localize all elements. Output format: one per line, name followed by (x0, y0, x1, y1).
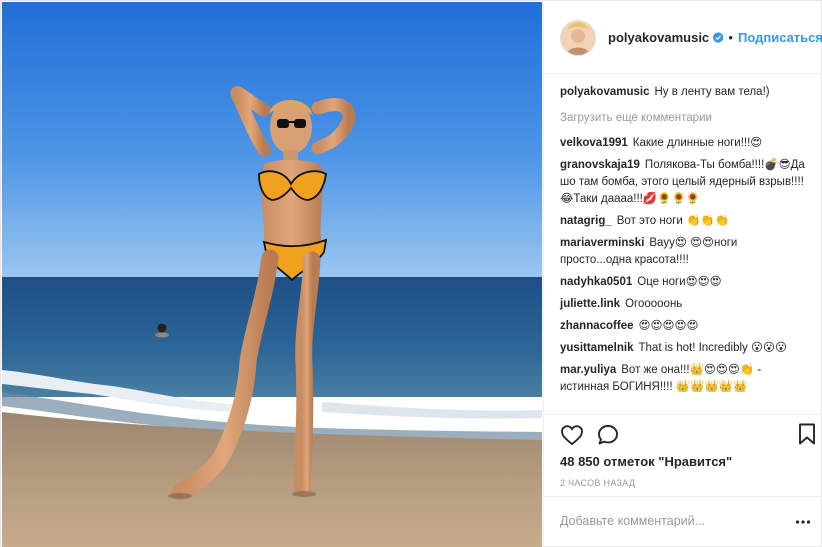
comment-item: velkova1991 Какие длинные ноги!!!😍 (560, 135, 809, 152)
comment-item: juliette.link Огооооонь (560, 296, 809, 313)
likes-count[interactable]: 48 850 отметок "Нравится" (560, 454, 732, 469)
comment-author[interactable]: mariaverminski (560, 237, 644, 249)
header-separator: • (728, 30, 733, 45)
comment-author[interactable]: granovskaja19 (560, 159, 640, 171)
caption-author[interactable]: polyakovamusic (560, 86, 649, 98)
speech-bubble-icon[interactable] (596, 423, 620, 447)
beach-photo-illustration (2, 2, 542, 547)
comment-author[interactable]: yusittamelnik (560, 342, 634, 354)
comment-text: Огооооонь (625, 298, 683, 310)
heart-outline-icon[interactable] (560, 423, 584, 447)
follow-button[interactable]: Подписаться (738, 30, 822, 45)
post-timestamp[interactable]: 2 ЧАСОВ НАЗАД (560, 478, 635, 488)
post-photo[interactable] (2, 2, 542, 547)
comment-author[interactable]: mar.yuliya (560, 364, 616, 376)
comments-list[interactable]: polyakovamusic Ну в ленту вам тела!) Загр… (544, 74, 822, 414)
comment-text: Оце ноги😍😍😍 (637, 276, 722, 288)
comment-item: mar.yuliya Вот же она!!!👑😍😍😍👏 - истинная … (560, 362, 809, 396)
comment-author[interactable]: zhannacoffee (560, 320, 634, 332)
comment-item: nadyhka0501 Оце ноги😍😍😍 (560, 274, 809, 291)
verified-badge-icon (713, 32, 724, 43)
more-options-icon[interactable] (795, 514, 811, 530)
bookmark-icon[interactable] (798, 423, 816, 445)
avatar[interactable] (560, 19, 596, 56)
comment-author[interactable]: nadyhka0501 (560, 276, 632, 288)
post-side-panel: polyakovamusic • Подписаться polyakovamu… (543, 2, 822, 547)
comment-item: zhannacoffee 😍😍😍😍😍 (560, 318, 809, 335)
post-author-username[interactable]: polyakovamusic (608, 30, 709, 45)
instagram-post: polyakovamusic • Подписаться polyakovamu… (0, 0, 822, 547)
comment-text: Вот это ноги 👏👏👏 (616, 215, 729, 227)
comment-text: 😍😍😍😍😍 (638, 320, 699, 332)
comment-item: mariaverminski Вауу😍 😍😍ноги просто...одна… (560, 235, 809, 269)
add-comment-section (544, 496, 822, 547)
post-actions-bar (544, 414, 822, 452)
post-header: polyakovamusic • Подписаться (544, 2, 822, 74)
comment-text: That is hot! Incredibly 😮😮😮 (638, 342, 787, 354)
post-caption: polyakovamusic Ну в ленту вам тела!) (560, 84, 809, 101)
add-comment-input[interactable] (560, 511, 780, 531)
load-more-comments-button[interactable]: Загрузить еще комментарии (560, 110, 809, 127)
comment-text: Какие длинные ноги!!!😍 (632, 137, 763, 149)
comment-item: natagrig_ Вот это ноги 👏👏👏 (560, 213, 809, 230)
comment-author[interactable]: natagrig_ (560, 215, 612, 227)
comment-author[interactable]: juliette.link (560, 298, 620, 310)
comment-item: granovskaja19 Полякова-Ты бомба!!!!💣😎Да ш… (560, 157, 809, 208)
comment-author[interactable]: velkova1991 (560, 137, 628, 149)
caption-text: Ну в ленту вам тела!) (654, 86, 770, 98)
comment-item: yusittamelnik That is hot! Incredibly 😮😮😮 (560, 340, 809, 357)
